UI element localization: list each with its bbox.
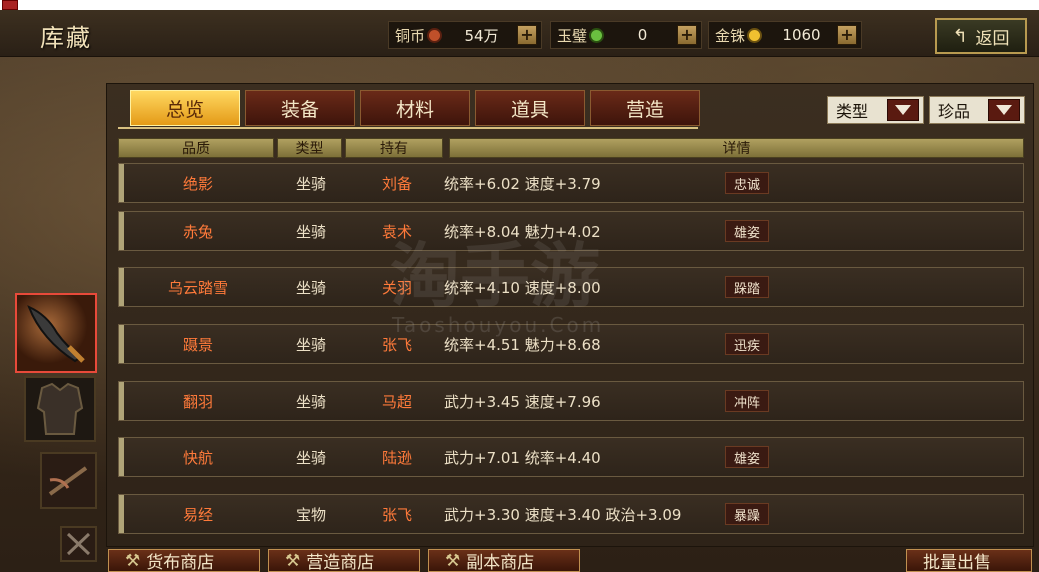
construction-shop-button[interactable]: ⚒ 营造商店 [268, 549, 420, 572]
item-detail: 统率+4.10 速度+8.00 [444, 278, 601, 297]
item-name: 易经 [182, 505, 213, 524]
chevron-down-icon [887, 99, 919, 121]
item-name: 快航 [182, 448, 213, 467]
rarity-filter-label: 珍品 [938, 102, 971, 121]
column-header-quality: 品质 [118, 138, 274, 158]
copper-coin-value: 54万 [464, 26, 499, 45]
polearm-icon [42, 454, 95, 507]
item-detail: 统率+6.02 速度+3.79 [444, 174, 601, 193]
tab-underline [118, 127, 698, 129]
trait-badge: 雄姿 [725, 446, 770, 468]
table-row[interactable]: 易经 宝物 张飞 武力+3.30 速度+3.40 政治+3.09 暴躁 [118, 494, 1024, 534]
tab-items[interactable]: 道具 [475, 90, 585, 126]
header-bar: 库藏 铜币 54万 + 玉璧 0 + 金铢 1060 + ↰ 返回 [0, 10, 1039, 57]
trait-badge: 暴躁 [725, 503, 770, 525]
dungeon-shop-button[interactable]: ⚒ 副本商店 [428, 549, 580, 572]
table-row[interactable]: 蹑景 坐骑 张飞 统率+4.51 魅力+8.68 迅疾 [118, 324, 1024, 364]
item-holder: 张飞 [381, 505, 412, 524]
tab-overview[interactable]: 总览 [130, 90, 240, 126]
item-holder: 刘备 [381, 174, 412, 193]
shop-icon: ⚒ [445, 550, 461, 571]
item-name: 蹑景 [182, 335, 213, 354]
gold-value: 1060 [782, 26, 821, 44]
jade-icon [591, 29, 603, 41]
item-type: 坐骑 [295, 278, 326, 297]
trait-badge: 雄姿 [725, 220, 770, 242]
item-detail: 统率+8.04 魅力+4.02 [444, 222, 601, 241]
window-top-strip [0, 0, 1039, 10]
back-button[interactable]: ↰ 返回 [935, 18, 1027, 54]
crossed-axes-icon [62, 528, 95, 560]
item-name: 赤兔 [182, 222, 213, 241]
item-name: 绝影 [182, 174, 213, 193]
copper-coin-resource: 铜币 54万 + [388, 21, 542, 49]
shop-icon: ⚒ [285, 550, 301, 571]
item-holder: 张飞 [381, 335, 412, 354]
jade-value: 0 [637, 26, 648, 44]
trait-badge: 跺踏 [725, 276, 770, 298]
tab-construction[interactable]: 营造 [590, 90, 700, 126]
column-header-detail: 详情 [449, 138, 1024, 158]
trait-badge: 忠诚 [725, 172, 770, 194]
item-thumb-armor[interactable] [24, 376, 96, 442]
column-header-type: 类型 [277, 138, 342, 158]
currency-shop-label: 货布商店 [146, 553, 215, 572]
add-copper-button[interactable]: + [517, 25, 537, 45]
tab-equipment[interactable]: 装备 [245, 90, 355, 126]
type-filter-label: 类型 [836, 102, 869, 121]
item-holder: 马超 [381, 392, 412, 411]
page-title: 库藏 [40, 24, 92, 52]
item-thumb-axes[interactable] [60, 526, 97, 562]
item-detail: 武力+7.01 统率+4.40 [444, 448, 601, 467]
shop-icon: ⚒ [125, 550, 141, 571]
back-arrow-icon: ↰ [952, 25, 968, 47]
back-label: 返回 [975, 28, 1010, 49]
gold-resource: 金铢 1060 + [708, 21, 862, 49]
table-row[interactable]: 绝影 坐骑 刘备 统率+6.02 速度+3.79 忠诚 [118, 163, 1024, 203]
item-type: 坐骑 [295, 222, 326, 241]
tab-materials[interactable]: 材料 [360, 90, 470, 126]
item-detail: 武力+3.45 速度+7.96 [444, 392, 601, 411]
add-gold-button[interactable]: + [837, 25, 857, 45]
item-type: 坐骑 [295, 335, 326, 354]
item-detail: 武力+3.30 速度+3.40 政治+3.09 [444, 505, 682, 524]
rarity-filter-dropdown[interactable]: 珍品 [929, 96, 1025, 124]
app-icon [2, 0, 18, 10]
table-row[interactable]: 乌云踏雪 坐骑 关羽 统率+4.10 速度+8.00 跺踏 [118, 267, 1024, 307]
type-filter-dropdown[interactable]: 类型 [827, 96, 924, 124]
bulk-sell-label: 批量出售 [923, 553, 991, 572]
column-header-holder: 持有 [345, 138, 443, 158]
trait-badge: 冲阵 [725, 390, 770, 412]
table-row[interactable]: 翻羽 坐骑 马超 武力+3.45 速度+7.96 冲阵 [118, 381, 1024, 421]
table-row[interactable]: 赤兔 坐骑 袁术 统率+8.04 魅力+4.02 雄姿 [118, 211, 1024, 251]
jade-label: 玉璧 [557, 26, 588, 45]
construction-shop-label: 营造商店 [306, 553, 375, 572]
item-detail: 统率+4.51 魅力+8.68 [444, 335, 601, 354]
item-holder: 陆逊 [381, 448, 412, 467]
item-type: 坐骑 [295, 392, 326, 411]
item-name: 乌云踏雪 [167, 278, 228, 297]
copper-coin-label: 铜币 [395, 26, 426, 45]
item-holder: 袁术 [381, 222, 412, 241]
bulk-sell-button[interactable]: 批量出售 [906, 549, 1032, 572]
armor-icon [26, 378, 94, 440]
dungeon-shop-label: 副本商店 [466, 553, 535, 572]
copper-coin-icon [429, 29, 441, 41]
item-type: 宝物 [295, 505, 326, 524]
gold-label: 金铢 [715, 26, 746, 45]
currency-shop-button[interactable]: ⚒ 货布商店 [108, 549, 260, 572]
trait-badge: 迅疾 [725, 333, 770, 355]
item-thumb-weapon[interactable] [40, 452, 97, 509]
table-row[interactable]: 快航 坐骑 陆逊 武力+7.01 统率+4.40 雄姿 [118, 437, 1024, 477]
jade-resource: 玉璧 0 + [550, 21, 702, 49]
item-holder: 关羽 [381, 278, 412, 297]
item-thumb-blade[interactable] [15, 293, 97, 373]
item-type: 坐骑 [295, 174, 326, 193]
chevron-down-icon [988, 99, 1020, 121]
blade-weapon-icon [17, 295, 95, 371]
add-jade-button[interactable]: + [677, 25, 697, 45]
item-name: 翻羽 [182, 392, 213, 411]
gold-icon [749, 29, 761, 41]
item-type: 坐骑 [295, 448, 326, 467]
